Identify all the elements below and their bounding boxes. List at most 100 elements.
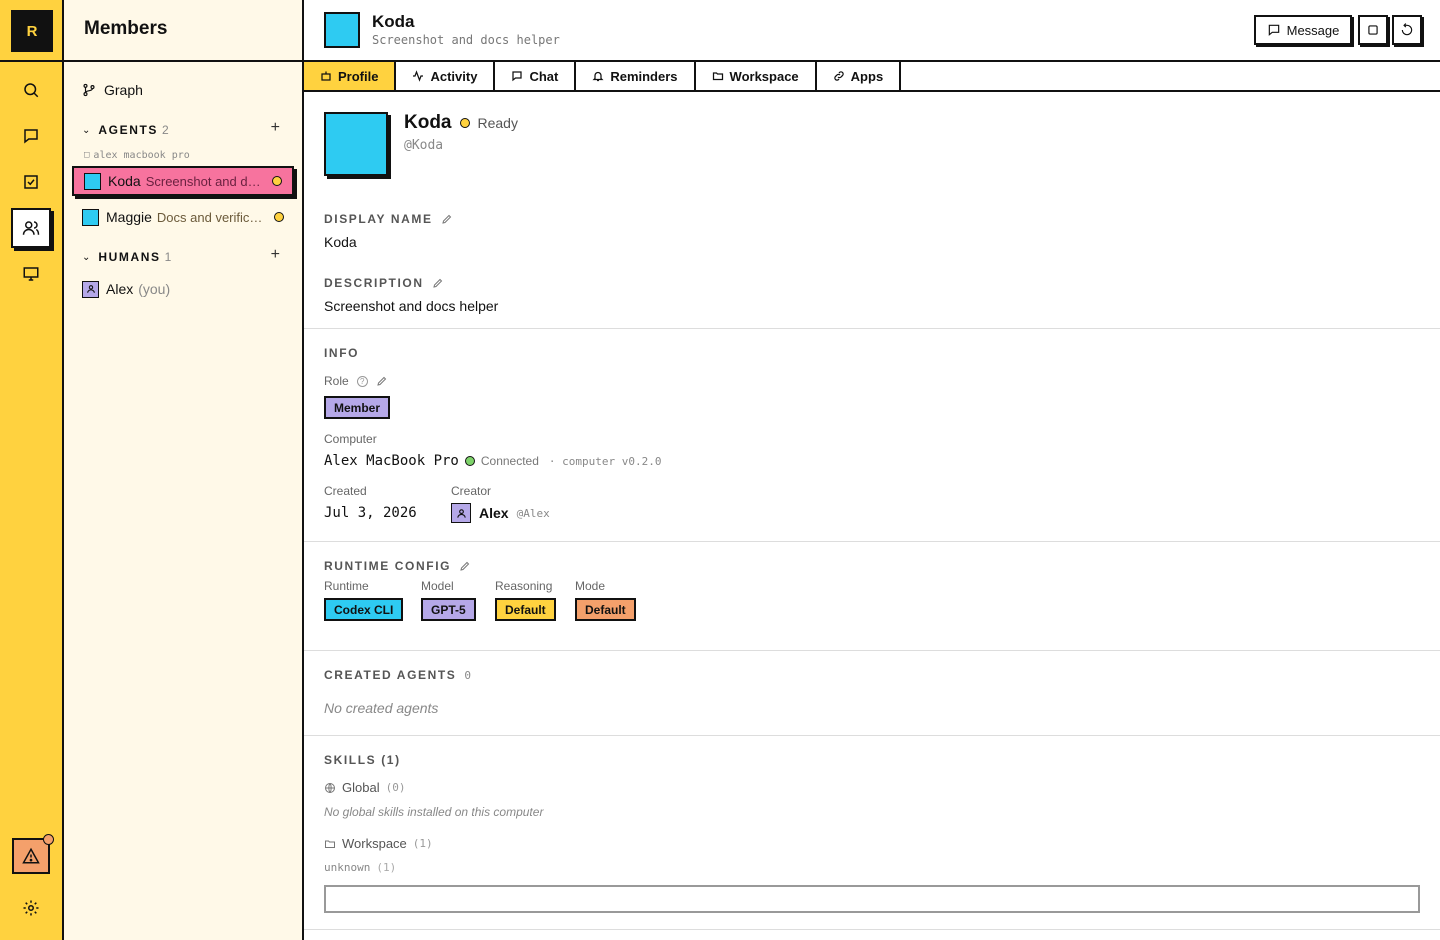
tab-profile[interactable]: Profile [304, 62, 397, 90]
edit-pencil-icon[interactable] [376, 375, 388, 387]
section-label: DISPLAY NAME [324, 212, 433, 226]
computer-version: · computer v0.2.0 [548, 454, 662, 468]
unknown-group-label: unknown (1) [324, 861, 396, 874]
runtime-config-label: RUNTIME CONFIG [324, 559, 471, 573]
tab-workspace[interactable]: Workspace [696, 62, 817, 90]
chat-bubble-icon [512, 71, 523, 82]
stop-button[interactable] [1358, 15, 1388, 45]
agent-avatar [324, 12, 360, 48]
chevron-down-icon: ⌄ [82, 251, 91, 263]
tab-chat[interactable]: Chat [495, 62, 577, 90]
edit-pencil-icon[interactable] [441, 213, 453, 225]
tab-label: Chat [529, 68, 559, 84]
human-item-alex[interactable]: Alex (you) [72, 274, 294, 304]
connected-dot [464, 456, 475, 466]
creator-name: Alex [479, 505, 509, 521]
role-label: Role ? [324, 374, 388, 388]
section-label: DESCRIPTION [324, 276, 424, 290]
tab-activity[interactable]: Activity [396, 62, 496, 90]
runtime-badge: Codex CLI [324, 598, 404, 621]
settings-nav-button[interactable] [11, 888, 51, 928]
profile-tabs: Profile Activity Chat Reminders Workspac… [304, 62, 1440, 92]
machine-name: alex macbook pro [93, 149, 190, 161]
global-skills-empty: No global skills installed on this compu… [324, 805, 544, 819]
agent-name: Maggie [106, 209, 152, 225]
user-avatar-icon [82, 280, 99, 298]
graph-link[interactable]: Graph [82, 78, 320, 102]
model-field-label: Model [421, 579, 454, 593]
section-divider [304, 650, 1440, 651]
reasoning-field-label: Reasoning [495, 579, 553, 593]
computer-label: Computer [324, 432, 377, 446]
add-human-button[interactable]: + [271, 246, 280, 264]
robot-icon [321, 71, 331, 81]
refresh-icon [1401, 23, 1413, 36]
help-circle-icon[interactable]: ? [356, 375, 368, 387]
humans-section-label: HUMANS [98, 250, 161, 264]
tasks-nav-button[interactable] [11, 162, 51, 202]
agent-description: Screenshot and docs helper [145, 173, 266, 189]
machine-group-label: □ alex macbook pro [84, 148, 322, 162]
tab-label: Apps [850, 68, 884, 84]
member-header: Koda Screenshot and docs helper Message [304, 0, 1440, 62]
mode-field-label: Mode [575, 579, 606, 593]
agents-count: 2 [162, 123, 171, 137]
you-suffix: (you) [138, 281, 171, 297]
human-name: Alex [106, 281, 134, 297]
unknown-count: (1) [376, 861, 397, 874]
message-label: Message [1286, 22, 1340, 38]
status-dot [274, 212, 284, 222]
section-divider [304, 929, 1440, 930]
computer-name: Alex MacBook Pro [324, 453, 459, 469]
computers-nav-button[interactable] [11, 254, 51, 294]
tab-label: Workspace [729, 68, 799, 84]
unknown-label: unknown [324, 861, 371, 874]
section-label: RUNTIME CONFIG [324, 559, 452, 573]
workspace-label: Workspace [342, 836, 407, 851]
description-label: DESCRIPTION [324, 276, 444, 290]
skill-item-card[interactable] [324, 885, 1420, 913]
global-count: (0) [385, 781, 406, 794]
chat-nav-button[interactable] [11, 116, 51, 156]
main-panel: Koda Screenshot and docs helper Message … [304, 0, 1440, 940]
members-sidebar: Members Graph ⌄ AGENTS 2 + □ alex macboo… [64, 0, 304, 940]
section-divider [304, 735, 1440, 736]
alerts-button[interactable] [12, 834, 54, 874]
tab-label: Activity [430, 68, 478, 84]
members-nav-button[interactable] [11, 208, 51, 248]
stop-square-icon [1368, 25, 1378, 35]
section-label: CREATED AGENTS [324, 668, 457, 682]
status-dot [272, 176, 282, 186]
creator-label: Creator [451, 484, 492, 498]
creator-row[interactable]: Alex @Alex [451, 503, 550, 523]
restart-button[interactable] [1392, 15, 1422, 45]
agent-item-koda[interactable]: Koda Screenshot and docs helper [72, 166, 294, 196]
chevron-down-icon: ⌄ [82, 124, 91, 136]
humans-section-toggle[interactable]: ⌄ HUMANS 1 [82, 247, 320, 267]
monitor-icon: □ [84, 150, 90, 160]
edit-pencil-icon[interactable] [459, 560, 471, 572]
search-icon [24, 83, 39, 98]
message-button[interactable]: Message [1254, 15, 1352, 45]
tab-apps[interactable]: Apps [817, 62, 902, 90]
section-divider [304, 328, 1440, 329]
reasoning-badge: Default [495, 598, 556, 621]
agent-item-maggie[interactable]: Maggie Docs and verification [72, 202, 294, 232]
graph-label: Graph [104, 82, 143, 98]
activity-pulse-icon [413, 70, 424, 82]
add-agent-button[interactable]: + [271, 119, 280, 137]
folder-icon [325, 840, 335, 848]
created-label: Created [324, 484, 367, 498]
connection-status: Connected [480, 454, 539, 468]
status-dot [459, 118, 470, 128]
runtime-field-label: Runtime [324, 579, 369, 593]
search-nav-button[interactable] [11, 70, 51, 110]
workspace-skills-row: Workspace (1) [324, 836, 433, 851]
creator-handle: @Alex [516, 506, 550, 520]
created-agents-count: 0 [464, 668, 472, 682]
description-value: Screenshot and docs helper [324, 298, 499, 314]
edit-pencil-icon[interactable] [432, 277, 444, 289]
tab-reminders[interactable]: Reminders [576, 62, 696, 90]
agents-section-toggle[interactable]: ⌄ AGENTS 2 [82, 120, 320, 140]
app-logo[interactable]: R [11, 10, 53, 52]
